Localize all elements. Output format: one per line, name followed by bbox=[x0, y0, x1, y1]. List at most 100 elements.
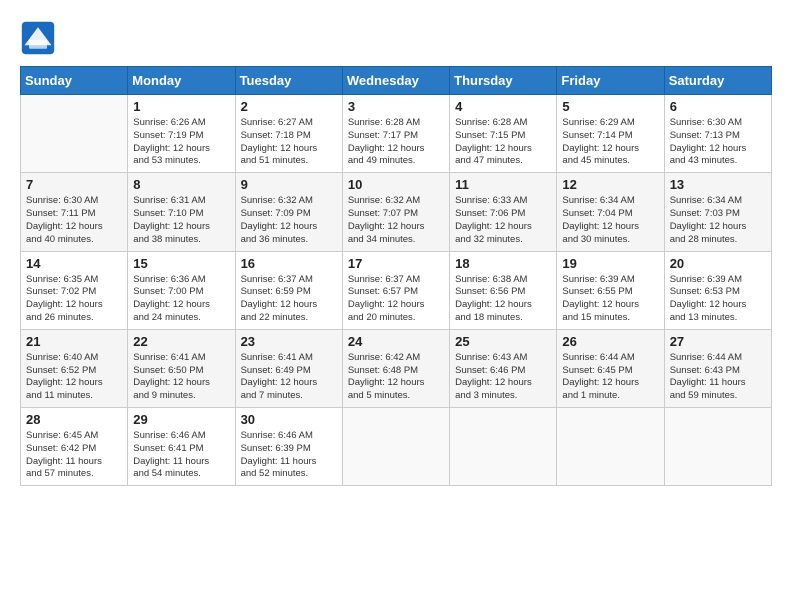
calendar-week-2: 7 Sunrise: 6:30 AM Sunset: 7:11 PM Daylig… bbox=[21, 173, 772, 251]
day-number: 24 bbox=[348, 334, 444, 349]
calendar-cell: 1 Sunrise: 6:26 AM Sunset: 7:19 PM Daylig… bbox=[128, 95, 235, 173]
day-info: Sunrise: 6:29 AM Sunset: 7:14 PM Dayligh… bbox=[562, 117, 658, 168]
calendar-cell: 11 Sunrise: 6:33 AM Sunset: 7:06 PM Dayli… bbox=[450, 173, 557, 251]
day-number: 16 bbox=[241, 256, 337, 271]
calendar-week-4: 21 Sunrise: 6:40 AM Sunset: 6:52 PM Dayli… bbox=[21, 329, 772, 407]
calendar-cell bbox=[342, 408, 449, 486]
day-number: 1 bbox=[133, 99, 229, 114]
calendar-cell bbox=[21, 95, 128, 173]
day-info: Sunrise: 6:30 AM Sunset: 7:11 PM Dayligh… bbox=[26, 195, 122, 246]
calendar-cell: 13 Sunrise: 6:34 AM Sunset: 7:03 PM Dayli… bbox=[664, 173, 771, 251]
day-header-thursday: Thursday bbox=[450, 67, 557, 95]
day-info: Sunrise: 6:45 AM Sunset: 6:42 PM Dayligh… bbox=[26, 430, 122, 481]
calendar-cell: 18 Sunrise: 6:38 AM Sunset: 6:56 PM Dayli… bbox=[450, 251, 557, 329]
day-number: 29 bbox=[133, 412, 229, 427]
day-number: 23 bbox=[241, 334, 337, 349]
day-info: Sunrise: 6:37 AM Sunset: 6:57 PM Dayligh… bbox=[348, 274, 444, 325]
day-number: 22 bbox=[133, 334, 229, 349]
day-info: Sunrise: 6:33 AM Sunset: 7:06 PM Dayligh… bbox=[455, 195, 551, 246]
day-info: Sunrise: 6:39 AM Sunset: 6:55 PM Dayligh… bbox=[562, 274, 658, 325]
day-number: 7 bbox=[26, 177, 122, 192]
calendar-cell: 14 Sunrise: 6:35 AM Sunset: 7:02 PM Dayli… bbox=[21, 251, 128, 329]
day-info: Sunrise: 6:32 AM Sunset: 7:07 PM Dayligh… bbox=[348, 195, 444, 246]
day-number: 10 bbox=[348, 177, 444, 192]
day-info: Sunrise: 6:40 AM Sunset: 6:52 PM Dayligh… bbox=[26, 352, 122, 403]
day-info: Sunrise: 6:28 AM Sunset: 7:15 PM Dayligh… bbox=[455, 117, 551, 168]
day-number: 26 bbox=[562, 334, 658, 349]
day-header-monday: Monday bbox=[128, 67, 235, 95]
day-info: Sunrise: 6:44 AM Sunset: 6:45 PM Dayligh… bbox=[562, 352, 658, 403]
day-number: 9 bbox=[241, 177, 337, 192]
day-header-sunday: Sunday bbox=[21, 67, 128, 95]
day-info: Sunrise: 6:36 AM Sunset: 7:00 PM Dayligh… bbox=[133, 274, 229, 325]
calendar-cell: 2 Sunrise: 6:27 AM Sunset: 7:18 PM Daylig… bbox=[235, 95, 342, 173]
day-header-tuesday: Tuesday bbox=[235, 67, 342, 95]
calendar-cell: 22 Sunrise: 6:41 AM Sunset: 6:50 PM Dayli… bbox=[128, 329, 235, 407]
calendar-cell: 12 Sunrise: 6:34 AM Sunset: 7:04 PM Dayli… bbox=[557, 173, 664, 251]
calendar-cell: 4 Sunrise: 6:28 AM Sunset: 7:15 PM Daylig… bbox=[450, 95, 557, 173]
calendar-cell: 17 Sunrise: 6:37 AM Sunset: 6:57 PM Dayli… bbox=[342, 251, 449, 329]
day-number: 25 bbox=[455, 334, 551, 349]
day-number: 11 bbox=[455, 177, 551, 192]
calendar-cell bbox=[450, 408, 557, 486]
calendar-cell: 26 Sunrise: 6:44 AM Sunset: 6:45 PM Dayli… bbox=[557, 329, 664, 407]
calendar-cell: 25 Sunrise: 6:43 AM Sunset: 6:46 PM Dayli… bbox=[450, 329, 557, 407]
day-info: Sunrise: 6:46 AM Sunset: 6:39 PM Dayligh… bbox=[241, 430, 337, 481]
day-info: Sunrise: 6:44 AM Sunset: 6:43 PM Dayligh… bbox=[670, 352, 766, 403]
day-info: Sunrise: 6:46 AM Sunset: 6:41 PM Dayligh… bbox=[133, 430, 229, 481]
day-number: 3 bbox=[348, 99, 444, 114]
calendar-cell: 21 Sunrise: 6:40 AM Sunset: 6:52 PM Dayli… bbox=[21, 329, 128, 407]
day-info: Sunrise: 6:43 AM Sunset: 6:46 PM Dayligh… bbox=[455, 352, 551, 403]
calendar-cell: 24 Sunrise: 6:42 AM Sunset: 6:48 PM Dayli… bbox=[342, 329, 449, 407]
day-number: 28 bbox=[26, 412, 122, 427]
calendar-cell: 5 Sunrise: 6:29 AM Sunset: 7:14 PM Daylig… bbox=[557, 95, 664, 173]
calendar-cell bbox=[557, 408, 664, 486]
calendar-table: SundayMondayTuesdayWednesdayThursdayFrid… bbox=[20, 66, 772, 486]
day-number: 6 bbox=[670, 99, 766, 114]
day-header-friday: Friday bbox=[557, 67, 664, 95]
calendar-cell: 16 Sunrise: 6:37 AM Sunset: 6:59 PM Dayli… bbox=[235, 251, 342, 329]
day-info: Sunrise: 6:27 AM Sunset: 7:18 PM Dayligh… bbox=[241, 117, 337, 168]
day-info: Sunrise: 6:28 AM Sunset: 7:17 PM Dayligh… bbox=[348, 117, 444, 168]
calendar-cell bbox=[664, 408, 771, 486]
day-info: Sunrise: 6:30 AM Sunset: 7:13 PM Dayligh… bbox=[670, 117, 766, 168]
calendar-cell: 10 Sunrise: 6:32 AM Sunset: 7:07 PM Dayli… bbox=[342, 173, 449, 251]
day-number: 5 bbox=[562, 99, 658, 114]
calendar-week-3: 14 Sunrise: 6:35 AM Sunset: 7:02 PM Dayli… bbox=[21, 251, 772, 329]
day-number: 12 bbox=[562, 177, 658, 192]
day-info: Sunrise: 6:38 AM Sunset: 6:56 PM Dayligh… bbox=[455, 274, 551, 325]
day-number: 21 bbox=[26, 334, 122, 349]
day-number: 4 bbox=[455, 99, 551, 114]
day-info: Sunrise: 6:41 AM Sunset: 6:50 PM Dayligh… bbox=[133, 352, 229, 403]
day-number: 27 bbox=[670, 334, 766, 349]
day-info: Sunrise: 6:35 AM Sunset: 7:02 PM Dayligh… bbox=[26, 274, 122, 325]
logo bbox=[20, 20, 62, 56]
calendar-cell: 23 Sunrise: 6:41 AM Sunset: 6:49 PM Dayli… bbox=[235, 329, 342, 407]
day-number: 18 bbox=[455, 256, 551, 271]
day-info: Sunrise: 6:31 AM Sunset: 7:10 PM Dayligh… bbox=[133, 195, 229, 246]
day-info: Sunrise: 6:37 AM Sunset: 6:59 PM Dayligh… bbox=[241, 274, 337, 325]
day-number: 13 bbox=[670, 177, 766, 192]
day-number: 20 bbox=[670, 256, 766, 271]
calendar-cell: 6 Sunrise: 6:30 AM Sunset: 7:13 PM Daylig… bbox=[664, 95, 771, 173]
day-header-saturday: Saturday bbox=[664, 67, 771, 95]
day-info: Sunrise: 6:41 AM Sunset: 6:49 PM Dayligh… bbox=[241, 352, 337, 403]
day-info: Sunrise: 6:26 AM Sunset: 7:19 PM Dayligh… bbox=[133, 117, 229, 168]
day-info: Sunrise: 6:34 AM Sunset: 7:03 PM Dayligh… bbox=[670, 195, 766, 246]
day-info: Sunrise: 6:42 AM Sunset: 6:48 PM Dayligh… bbox=[348, 352, 444, 403]
calendar-header-row: SundayMondayTuesdayWednesdayThursdayFrid… bbox=[21, 67, 772, 95]
day-info: Sunrise: 6:39 AM Sunset: 6:53 PM Dayligh… bbox=[670, 274, 766, 325]
calendar-cell: 9Sunrise: 6:32 AM Sunset: 7:09 PM Daylig… bbox=[235, 173, 342, 251]
day-number: 14 bbox=[26, 256, 122, 271]
calendar-cell: 28 Sunrise: 6:45 AM Sunset: 6:42 PM Dayli… bbox=[21, 408, 128, 486]
day-number: 2 bbox=[241, 99, 337, 114]
calendar-cell: 30 Sunrise: 6:46 AM Sunset: 6:39 PM Dayli… bbox=[235, 408, 342, 486]
day-number: 30 bbox=[241, 412, 337, 427]
calendar-cell: 20 Sunrise: 6:39 AM Sunset: 6:53 PM Dayli… bbox=[664, 251, 771, 329]
day-number: 15 bbox=[133, 256, 229, 271]
calendar-cell: 15 Sunrise: 6:36 AM Sunset: 7:00 PM Dayli… bbox=[128, 251, 235, 329]
day-info: Sunrise: 6:34 AM Sunset: 7:04 PM Dayligh… bbox=[562, 195, 658, 246]
calendar-week-5: 28 Sunrise: 6:45 AM Sunset: 6:42 PM Dayli… bbox=[21, 408, 772, 486]
calendar-cell: 7 Sunrise: 6:30 AM Sunset: 7:11 PM Daylig… bbox=[21, 173, 128, 251]
day-number: 17 bbox=[348, 256, 444, 271]
